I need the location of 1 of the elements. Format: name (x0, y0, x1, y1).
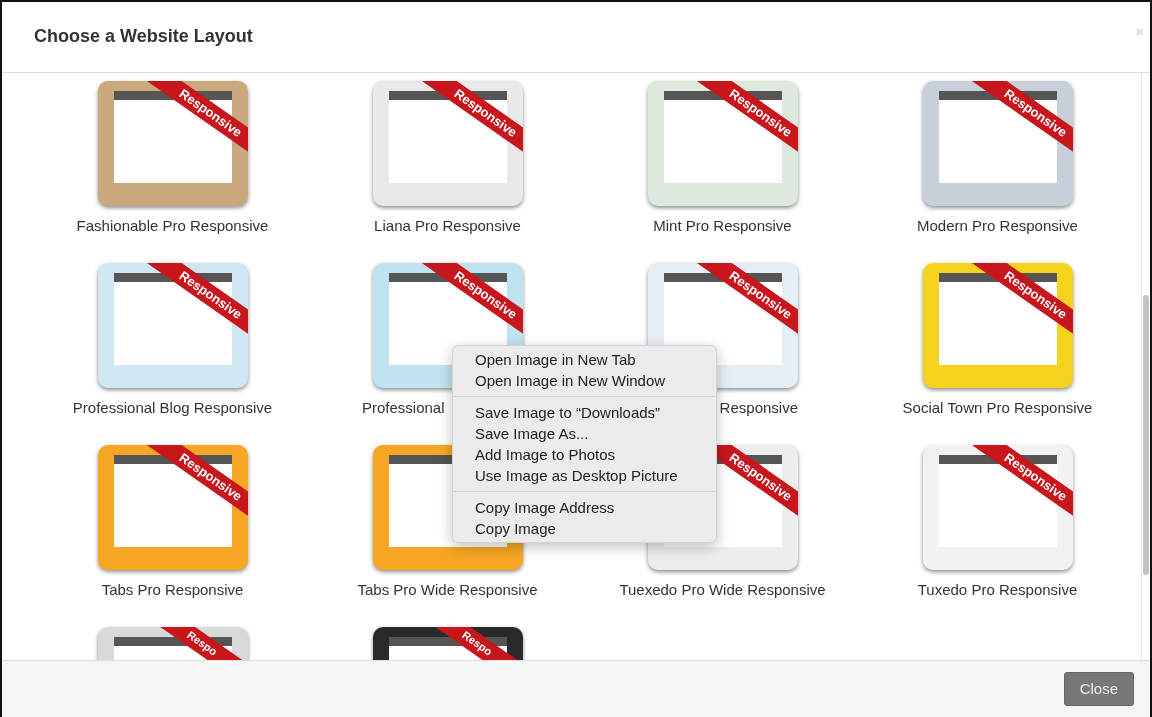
dialog-title: Choose a Website Layout (34, 26, 253, 48)
